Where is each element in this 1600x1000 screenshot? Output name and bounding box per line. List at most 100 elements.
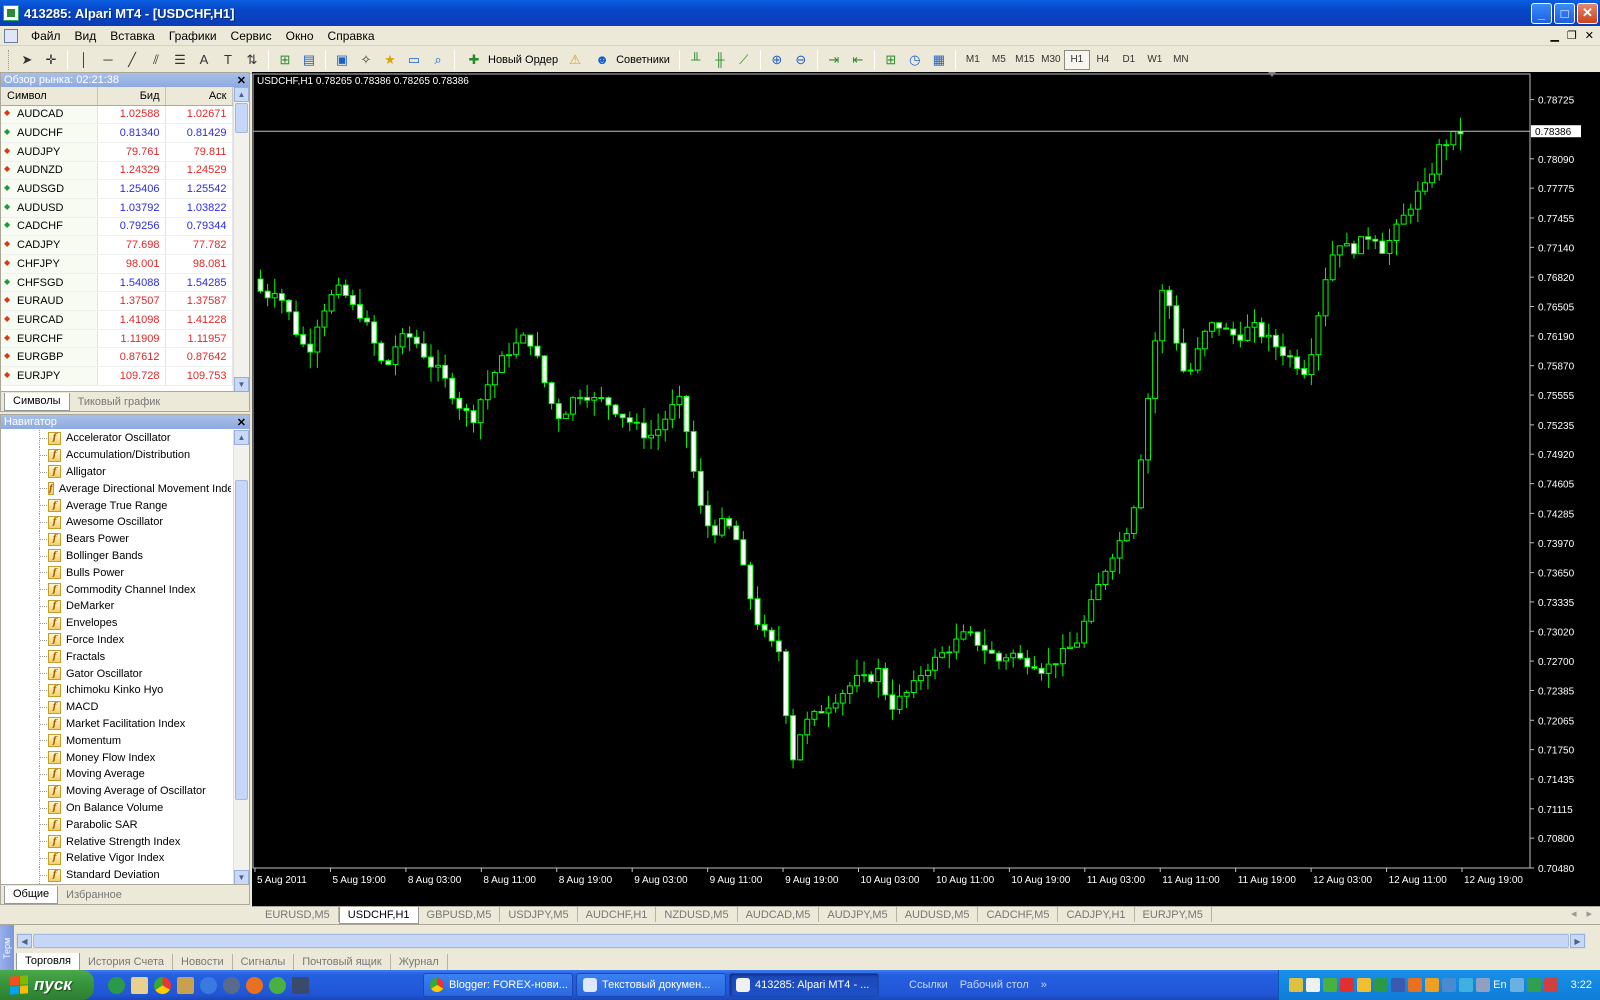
tab-tick-chart[interactable]: Тиковый график — [70, 394, 169, 411]
ie-icon[interactable] — [200, 976, 217, 994]
market-watch-scrollbar[interactable]: ▲ ▼ — [233, 87, 249, 392]
tester-icon[interactable]: ⌕ — [426, 49, 450, 71]
expand-icon[interactable]: » — [1041, 979, 1047, 991]
table-row[interactable]: AUDCHF 0.813400.81429 — [1, 123, 233, 143]
indicators-icon[interactable]: ⊞ — [879, 49, 903, 71]
tray-icon[interactable] — [1289, 978, 1304, 992]
task-mt4[interactable]: 413285: Alpari MT4 - ... — [729, 973, 879, 997]
chart-tab[interactable]: AUDUSD,M5 — [897, 907, 979, 922]
tab-journal[interactable]: Журнал — [391, 954, 448, 971]
list-item[interactable]: f DeMarker — [1, 597, 231, 615]
channel-icon[interactable]: ⫽ — [144, 49, 168, 71]
tray-icon[interactable] — [1476, 978, 1491, 992]
table-row[interactable]: CHFSGD 1.540881.54285 — [1, 273, 233, 293]
column-symbol[interactable]: Символ — [1, 87, 98, 106]
chart-tab[interactable]: GBPUSD,M5 — [419, 907, 501, 922]
chart-tab[interactable]: AUDJPY,M5 — [819, 907, 897, 922]
trendline-icon[interactable]: ╱ — [120, 49, 144, 71]
timeframe-m5[interactable]: M5 — [986, 50, 1012, 70]
price-chart[interactable]: 0.78725 0.78090 0.77775 0.77455 0.77140 0.768… — [252, 72, 1600, 906]
tab-favorites[interactable]: Избранное — [58, 887, 130, 904]
table-row[interactable]: CHFJPY 98.00198.081 — [1, 254, 233, 274]
tab-signals[interactable]: Сигналы — [233, 954, 295, 971]
tab-right-icon[interactable]: ▸ — [1586, 907, 1592, 920]
experts-button[interactable]: ☻ Советники — [587, 49, 675, 71]
chart-tab[interactable]: EURUSD,M5 — [257, 907, 339, 922]
tray-icon[interactable] — [1526, 978, 1541, 992]
table-row[interactable]: EURCAD 1.410981.41228 — [1, 310, 233, 330]
skype-icon[interactable] — [108, 976, 125, 994]
list-item[interactable]: f Bulls Power — [1, 564, 231, 581]
scroll-thumb[interactable] — [235, 103, 248, 133]
tray-icon[interactable] — [1543, 978, 1558, 992]
profiles-icon[interactable]: ▤ — [297, 49, 321, 71]
task-text-document[interactable]: Текстовый докумен... — [576, 973, 726, 997]
list-item[interactable]: f Money Flow Index — [1, 749, 231, 766]
menu-insert[interactable]: Вставка — [103, 29, 162, 43]
list-item[interactable]: f Market Facilitation Index — [1, 715, 231, 733]
table-row[interactable]: EURGBP 0.876120.87642 — [1, 347, 233, 368]
list-item[interactable]: f Ichimoku Kinko Hyo — [1, 681, 231, 699]
chart-tab[interactable]: CADJPY,H1 — [1058, 907, 1135, 922]
tab-mailbox[interactable]: Почтовый ящик — [294, 954, 391, 971]
start-button[interactable]: пуск — [0, 970, 94, 1000]
folder-icon[interactable] — [177, 976, 194, 994]
mdi-close-icon[interactable]: ✕ — [1585, 29, 1594, 42]
desktop-toolbar[interactable]: Рабочий стол — [960, 979, 1029, 991]
zoom-out-icon[interactable]: ⊖ — [789, 49, 813, 71]
column-ask[interactable]: Аск — [165, 87, 233, 106]
list-item[interactable]: f Parabolic SAR — [1, 816, 231, 833]
timeframe-m1[interactable]: M1 — [960, 50, 986, 70]
list-item[interactable]: f Relative Vigor Index — [1, 849, 231, 867]
timeframe-h1[interactable]: H1 — [1063, 49, 1090, 70]
chart-tab[interactable]: USDCHF,H1 — [338, 907, 419, 924]
text-label-icon[interactable]: T — [216, 49, 240, 71]
mdi-minimize-icon[interactable]: ▁ — [1550, 29, 1558, 42]
table-row[interactable]: EURCHF 1.119091.11957 — [1, 329, 233, 349]
tray-icon[interactable] — [1323, 978, 1338, 992]
warning-icon[interactable]: ⚠ — [563, 49, 587, 71]
vertical-line-icon[interactable]: │ — [72, 49, 96, 71]
chrome-icon[interactable] — [154, 976, 171, 994]
language-indicator[interactable]: En — [1493, 979, 1506, 991]
table-row[interactable]: AUDCAD 1.025881.02671 — [1, 105, 233, 125]
menu-view[interactable]: Вид — [68, 29, 104, 43]
crosshair-icon[interactable]: ✛ — [39, 49, 63, 71]
network-icon[interactable] — [1442, 978, 1457, 992]
tray-icon[interactable] — [1306, 978, 1321, 992]
periods-icon[interactable]: ◷ — [903, 49, 927, 71]
list-item[interactable]: f Gator Oscillator — [1, 665, 231, 682]
tab-trade[interactable]: Торговля — [16, 953, 80, 971]
list-item[interactable]: f Envelopes — [1, 614, 231, 632]
market-watch-icon[interactable]: ▣ — [330, 49, 354, 71]
tray-icon[interactable] — [1340, 978, 1355, 992]
chart-shift-icon[interactable]: ⇤ — [846, 49, 870, 71]
list-item[interactable]: f Moving Average of Oscillator — [1, 782, 231, 800]
terminal-icon[interactable]: ▭ — [402, 49, 426, 71]
task-blogger[interactable]: Blogger: FOREX-нови... — [423, 973, 573, 997]
skype-icon[interactable] — [1374, 978, 1389, 992]
tray-icon[interactable] — [1391, 978, 1406, 992]
timeframe-m30[interactable]: M30 — [1038, 50, 1064, 70]
tab-common[interactable]: Общие — [4, 886, 59, 904]
tab-news[interactable]: Новости — [173, 954, 233, 971]
navigator-scrollbar[interactable]: ▲ ▼ — [233, 430, 249, 885]
close-icon[interactable]: ✕ — [237, 416, 246, 429]
media-icon[interactable] — [223, 976, 240, 994]
table-row[interactable]: CADCHF 0.792560.79344 — [1, 217, 233, 237]
line-chart-icon[interactable]: ⟋ — [732, 49, 756, 71]
tab-left-icon[interactable]: ◂ — [1571, 907, 1577, 920]
menu-tools[interactable]: Сервис — [224, 29, 279, 43]
templates-icon[interactable]: ▦ — [927, 49, 951, 71]
chart-tab[interactable]: AUDCHF,H1 — [578, 907, 657, 922]
list-item[interactable]: f Bears Power — [1, 530, 231, 548]
scroll-up-icon[interactable]: ▲ — [234, 87, 249, 102]
close-icon[interactable]: ✕ — [237, 74, 246, 87]
volume-icon[interactable] — [1459, 978, 1474, 992]
list-item[interactable]: f MACD — [1, 698, 231, 716]
scroll-up-icon[interactable]: ▲ — [234, 430, 249, 445]
cursor-icon[interactable]: ➤ — [15, 49, 39, 71]
tray-icon[interactable] — [1408, 978, 1423, 992]
scroll-thumb[interactable] — [235, 480, 248, 800]
menu-charts[interactable]: Графики — [162, 29, 224, 43]
